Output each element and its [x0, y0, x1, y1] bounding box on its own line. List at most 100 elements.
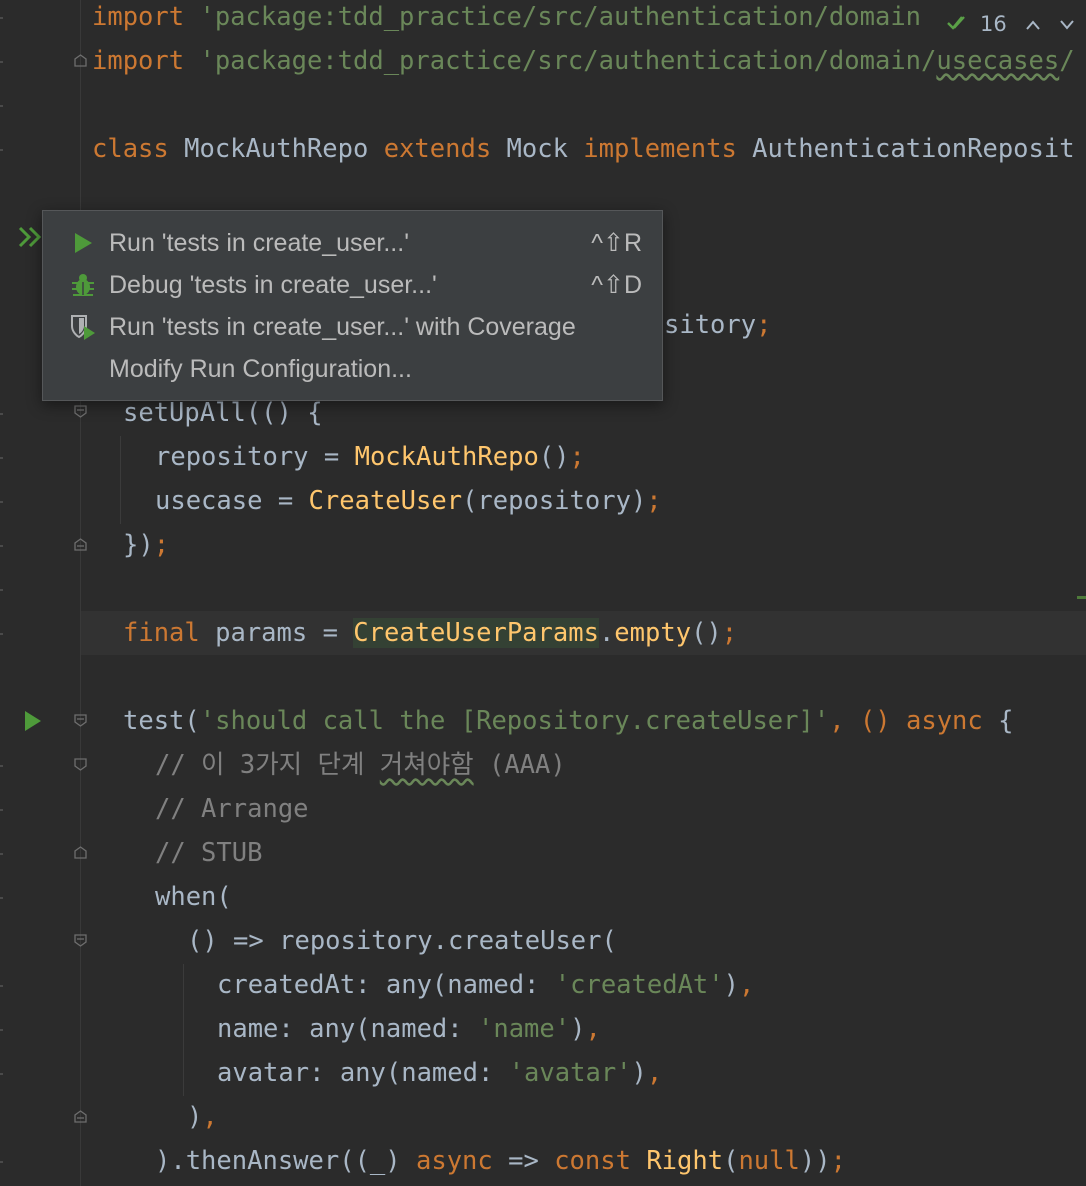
punctuation: {	[982, 706, 1014, 736]
code-line[interactable]: // 이 3가지 단계 거쳐야함 (AAA)	[155, 743, 566, 787]
class-name: MockAuthRepo	[168, 134, 384, 164]
gutter-tick	[0, 501, 3, 503]
punctuation: =>	[492, 1146, 555, 1176]
fold-end-icon[interactable]	[74, 538, 87, 551]
code-line[interactable]: final params = CreateUserParams.empty();	[123, 611, 737, 655]
punctuation: ,	[202, 1102, 218, 1132]
error-stripe-marker[interactable]	[1077, 596, 1086, 599]
inspection-count: 16	[980, 12, 1007, 36]
editor-gutter	[0, 0, 80, 1186]
fold-start-icon[interactable]	[74, 405, 87, 418]
code-line[interactable]: ).thenAnswer((_) async => const Right(nu…	[155, 1139, 846, 1183]
indent-guide	[183, 964, 184, 1096]
code-line[interactable]: when(	[155, 875, 232, 919]
menu-item-label: Debug 'tests in create_user...'	[109, 270, 437, 299]
string-literal: 'avatar'	[508, 1058, 632, 1088]
identifier: repository =	[155, 442, 355, 472]
code-line[interactable]: createdAt: any(named: 'createdAt'),	[217, 963, 754, 1007]
run-test-gutter-icon[interactable]	[24, 710, 42, 736]
punctuation: , ()	[829, 706, 906, 736]
gutter-tick	[0, 1029, 3, 1031]
fold-start-icon[interactable]	[74, 934, 87, 947]
function-call: Right	[646, 1146, 724, 1176]
comment: // STUB	[155, 838, 263, 868]
coverage-icon	[69, 313, 97, 341]
gutter-tick	[0, 457, 3, 459]
code-line[interactable]: });	[123, 523, 169, 567]
punctuation: ,	[585, 1014, 601, 1044]
function-call: CreateUserParams	[353, 618, 599, 648]
fold-end-icon[interactable]	[74, 1110, 87, 1123]
punctuation: })	[123, 530, 154, 560]
menu-item-label: Modify Run Configuration...	[109, 354, 412, 383]
punctuation: ,	[646, 1058, 663, 1088]
code-line[interactable]: ),	[187, 1095, 218, 1139]
punctuation: ;	[569, 442, 585, 472]
code-line[interactable]: // Arrange	[155, 787, 309, 831]
punctuation: ()	[538, 442, 570, 472]
punctuation: .	[598, 618, 615, 648]
identifier: ).thenAnswer((_)	[155, 1146, 416, 1176]
code-line[interactable]: () => repository.createUser(	[187, 919, 617, 963]
menu-item-shortcut: ^⇧R	[591, 229, 642, 257]
gutter-tick	[0, 545, 3, 547]
chevron-down-icon[interactable]	[1059, 12, 1075, 36]
string-literal: 'package:tdd_practice/src/authentication…	[184, 46, 937, 76]
string-literal: 'should call the [Repository.createUser]…	[199, 706, 830, 736]
code-line[interactable]: avatar: any(named: 'avatar'),	[217, 1051, 662, 1095]
gutter-tick	[0, 765, 3, 767]
comment-typo: 거쳐야함	[379, 750, 474, 780]
gutter-tick	[0, 897, 3, 899]
keyword: implements	[583, 134, 737, 164]
identifier: setUpAll(() {	[123, 398, 323, 428]
inspection-widget[interactable]: 16	[932, 6, 1086, 42]
punctuation: ))	[799, 1146, 831, 1176]
identifier: usecase =	[155, 486, 309, 516]
punctuation: )	[723, 970, 740, 1000]
fold-start-icon[interactable]	[74, 714, 87, 727]
run-all-tests-gutter-icon[interactable]	[18, 226, 44, 252]
keyword: async	[905, 706, 983, 736]
keyword: extends	[383, 134, 492, 164]
code-line[interactable]: class MockAuthRepo extends Mock implemen…	[92, 127, 1075, 171]
keyword: const	[554, 1146, 631, 1176]
menu-item-debug-tests[interactable]: Debug 'tests in create_user...' ^⇧D	[43, 264, 662, 306]
code-line[interactable]: import 'package:tdd_practice/src/authent…	[92, 0, 921, 39]
menu-item-label: Run 'tests in create_user...'	[109, 228, 409, 257]
menu-item-run-with-coverage[interactable]: Run 'tests in create_user...' with Cover…	[43, 306, 662, 348]
gutter-tick	[0, 105, 3, 107]
code-line[interactable]: import 'package:tdd_practice/src/authent…	[92, 39, 1075, 83]
gutter-tick	[0, 1073, 3, 1075]
fold-end-icon[interactable]	[74, 54, 87, 67]
punctuation: ,	[739, 970, 755, 1000]
identifier: createdAt: any(named:	[217, 970, 555, 1000]
code-line[interactable]: repository = MockAuthRepo();	[155, 435, 585, 479]
class-ref: AuthenticationReposit	[736, 134, 1075, 164]
run-context-popup: Run 'tests in create_user...' ^⇧R Debug …	[42, 210, 663, 401]
gutter-tick	[0, 1161, 3, 1163]
menu-item-run-tests[interactable]: Run 'tests in create_user...' ^⇧R	[43, 222, 662, 264]
gutter-tick	[0, 633, 3, 635]
punctuation: )	[570, 1014, 586, 1044]
code-line[interactable]: name: any(named: 'name'),	[217, 1007, 601, 1051]
fold-start-icon[interactable]	[74, 758, 87, 771]
code-line[interactable]: test('should call the [Repository.create…	[123, 699, 1013, 743]
chevron-up-icon[interactable]	[1025, 12, 1041, 36]
indent-guide	[120, 436, 121, 524]
code-line[interactable]: sitory;	[664, 303, 771, 347]
fold-end-icon[interactable]	[74, 846, 87, 859]
punctuation: ;	[756, 310, 772, 340]
punctuation: ;	[646, 486, 662, 516]
identifier: params =	[199, 618, 354, 648]
menu-item-modify-run-configuration[interactable]: Modify Run Configuration...	[43, 348, 662, 390]
code-line[interactable]: // STUB	[155, 831, 262, 875]
function-call: empty	[614, 618, 692, 648]
keyword: import	[92, 2, 185, 32]
identifier: test(	[123, 706, 200, 736]
menu-item-label: Run 'tests in create_user...' with Cover…	[109, 312, 576, 341]
code-line[interactable]: usecase = CreateUser(repository);	[155, 479, 662, 523]
punctuation: (repository)	[462, 486, 647, 516]
identifier: sitory	[664, 310, 757, 340]
keyword: class	[92, 134, 169, 164]
